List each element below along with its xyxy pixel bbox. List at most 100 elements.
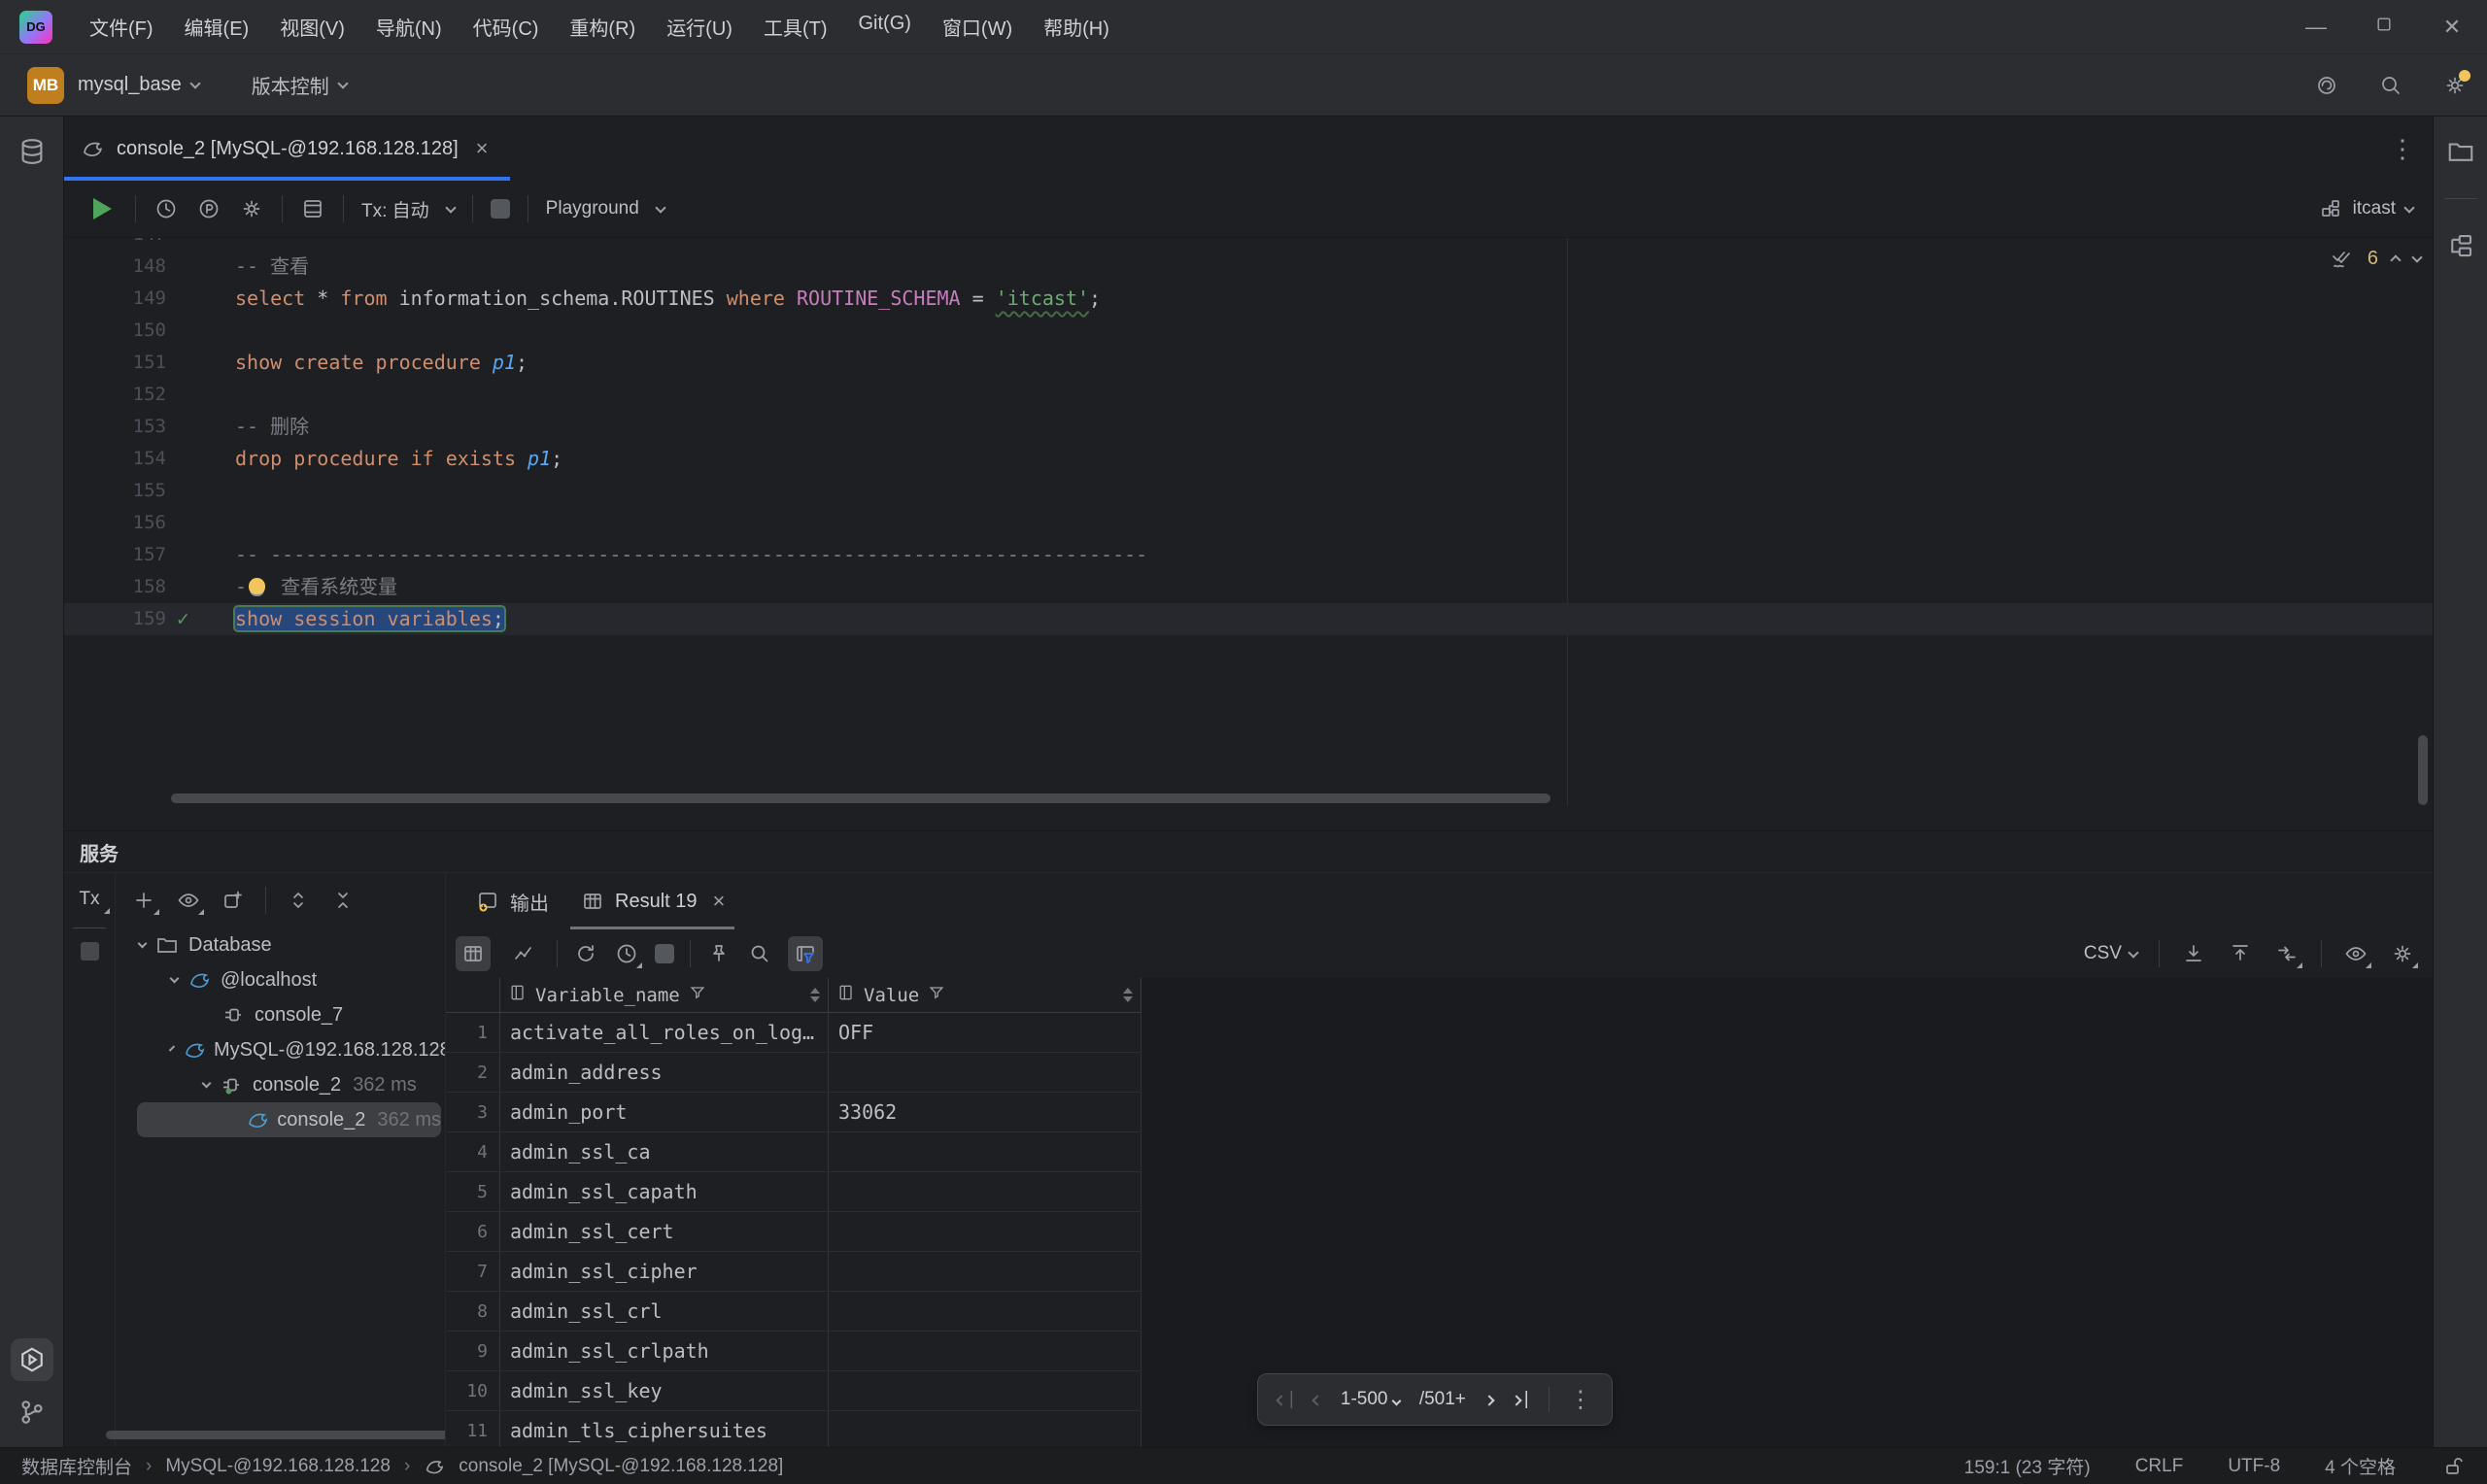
cell-variable-name[interactable]: admin_port bbox=[500, 1093, 829, 1131]
tab-result-19[interactable]: Result 19 × bbox=[564, 873, 740, 929]
more-options-icon[interactable]: ⋮ bbox=[2390, 134, 2433, 164]
code-line-153[interactable]: 153-- 删除 bbox=[64, 411, 2433, 443]
table-row[interactable]: 9admin_ssl_crlpath bbox=[446, 1332, 1141, 1371]
editor-vertical-scrollbar[interactable] bbox=[2418, 735, 2428, 805]
search-icon[interactable] bbox=[747, 941, 772, 966]
code-line-158[interactable]: 158- 查看系统变量 bbox=[64, 571, 2433, 603]
project-selector[interactable]: mysql_base bbox=[78, 74, 182, 96]
code-line-155[interactable]: 155 bbox=[64, 475, 2433, 507]
menu-item-8[interactable]: Git(G) bbox=[847, 7, 923, 47]
tree-item-console_2[interactable]: console_2362 ms bbox=[116, 1067, 445, 1102]
chart-view-button[interactable] bbox=[506, 936, 541, 971]
tx-toggle-button[interactable]: Tx bbox=[73, 885, 105, 914]
run-button[interactable] bbox=[93, 198, 112, 219]
services-tool-icon[interactable] bbox=[11, 1338, 53, 1381]
tree-item-console_2[interactable]: console_2362 ms bbox=[137, 1102, 441, 1137]
line-ending[interactable]: CRLF bbox=[2135, 1456, 2184, 1477]
menu-item-1[interactable]: 编辑(E) bbox=[173, 7, 261, 47]
menu-item-3[interactable]: 导航(N) bbox=[364, 7, 454, 47]
export-download-icon[interactable] bbox=[2181, 941, 2206, 966]
menu-item-2[interactable]: 视图(V) bbox=[268, 7, 357, 47]
maximize-button[interactable] bbox=[2365, 15, 2403, 40]
chevron-down-icon[interactable] bbox=[202, 1079, 212, 1089]
grid-settings-gear-icon[interactable] bbox=[2390, 941, 2415, 966]
chevron-down-icon[interactable] bbox=[170, 974, 180, 984]
database-tool-icon[interactable] bbox=[11, 130, 53, 173]
cell-variable-name[interactable]: admin_ssl_cert bbox=[500, 1212, 829, 1251]
next-problem-icon[interactable] bbox=[2411, 252, 2422, 262]
cell-value[interactable] bbox=[829, 1132, 1141, 1171]
menu-item-4[interactable]: 代码(C) bbox=[461, 7, 551, 47]
intention-bulb-icon[interactable] bbox=[249, 578, 265, 594]
last-page-icon[interactable]: | bbox=[1513, 1389, 1529, 1410]
tab-output[interactable]: 输出 bbox=[460, 873, 564, 929]
tree-item-console_7[interactable]: console_7 bbox=[116, 997, 445, 1032]
pin-icon[interactable] bbox=[706, 941, 732, 966]
editor-horizontal-scrollbar[interactable] bbox=[171, 793, 1550, 803]
refresh-icon[interactable] bbox=[573, 941, 598, 966]
code-line-152[interactable]: 152 bbox=[64, 379, 2433, 411]
cell-variable-name[interactable]: admin_ssl_capath bbox=[500, 1172, 829, 1211]
breadcrumb-item-1[interactable]: MySQL-@192.168.128.128 bbox=[165, 1456, 391, 1477]
history-icon[interactable] bbox=[153, 196, 179, 221]
code-line-149[interactable]: 149select * from information_schema.ROUT… bbox=[64, 283, 2433, 315]
git-branch-icon[interactable] bbox=[11, 1391, 53, 1433]
view-options-eye-icon[interactable] bbox=[176, 888, 201, 913]
cell-variable-name[interactable]: admin_ssl_ca bbox=[500, 1132, 829, 1171]
inspection-widget[interactable]: 6 bbox=[2329, 246, 2421, 271]
auto-refresh-clock-icon[interactable] bbox=[614, 941, 639, 966]
cell-value[interactable] bbox=[829, 1411, 1141, 1447]
cell-value[interactable] bbox=[829, 1172, 1141, 1211]
menu-item-7[interactable]: 工具(T) bbox=[752, 7, 839, 47]
export-format-selector[interactable]: CSV bbox=[2084, 943, 2137, 964]
indent-setting[interactable]: 4 个空格 bbox=[2325, 1453, 2396, 1479]
column-header-Variable_name[interactable]: Variable_name bbox=[500, 978, 829, 1012]
vcs-selector[interactable]: 版本控制 bbox=[252, 71, 329, 99]
compare-icon[interactable] bbox=[2274, 941, 2300, 966]
new-console-icon[interactable] bbox=[221, 888, 246, 913]
menu-item-9[interactable]: 窗口(W) bbox=[931, 7, 1024, 47]
playground-selector[interactable]: Playground bbox=[546, 198, 639, 219]
cell-variable-name[interactable]: admin_ssl_crl bbox=[500, 1292, 829, 1331]
tab-close-icon[interactable]: × bbox=[713, 889, 726, 914]
expand-all-icon[interactable] bbox=[286, 888, 311, 913]
ai-assistant-icon[interactable] bbox=[2314, 73, 2339, 98]
structure-tool-icon[interactable] bbox=[2439, 224, 2482, 267]
chevron-down-icon[interactable] bbox=[138, 939, 148, 949]
table-row[interactable]: 4admin_ssl_ca bbox=[446, 1132, 1141, 1172]
code-line-159[interactable]: 159✓show session variables; bbox=[64, 603, 2433, 635]
filter-grid-button[interactable] bbox=[788, 936, 823, 971]
files-tool-icon[interactable] bbox=[2439, 130, 2482, 173]
column-header-Value[interactable]: Value bbox=[829, 978, 1141, 1012]
prev-problem-icon[interactable] bbox=[2390, 254, 2401, 265]
view-options-eye-icon[interactable] bbox=[2343, 941, 2368, 966]
cell-value[interactable] bbox=[829, 1212, 1141, 1251]
cell-variable-name[interactable]: admin_tls_ciphersuites bbox=[500, 1411, 829, 1447]
menu-item-6[interactable]: 运行(U) bbox=[655, 7, 744, 47]
schema-selector[interactable]: itcast bbox=[2353, 198, 2396, 219]
import-upload-icon[interactable] bbox=[2228, 941, 2253, 966]
unlocked-icon[interactable] bbox=[2440, 1454, 2466, 1479]
add-icon[interactable] bbox=[131, 888, 156, 913]
cell-variable-name[interactable]: admin_ssl_cipher bbox=[500, 1252, 829, 1291]
minimize-button[interactable]: — bbox=[2297, 15, 2335, 40]
profiler-icon[interactable] bbox=[196, 196, 221, 221]
menu-item-10[interactable]: 帮助(H) bbox=[1032, 7, 1121, 47]
table-row[interactable]: 6admin_ssl_cert bbox=[446, 1212, 1141, 1252]
tree-item-Database[interactable]: Database bbox=[116, 928, 445, 962]
page-range-selector[interactable]: 1-500 bbox=[1341, 1389, 1400, 1410]
code-line-156[interactable]: 156 bbox=[64, 507, 2433, 539]
code-line-150[interactable]: 150 bbox=[64, 315, 2433, 347]
pager-more-icon[interactable]: ⋮ bbox=[1569, 1386, 1592, 1414]
code-line-147[interactable]: 147 bbox=[64, 238, 2433, 251]
next-page-icon[interactable] bbox=[1485, 1389, 1493, 1410]
table-row[interactable]: 2admin_address bbox=[446, 1053, 1141, 1093]
table-row[interactable]: 10admin_ssl_key bbox=[446, 1371, 1141, 1411]
close-button[interactable]: ✕ bbox=[2433, 15, 2471, 40]
tree-item-MySQL-@192.168.128.128[interactable]: MySQL-@192.168.128.128 bbox=[116, 1032, 445, 1067]
table-row[interactable]: 1activate_all_roles_on_log…OFF bbox=[446, 1013, 1141, 1053]
table-row[interactable]: 11admin_tls_ciphersuites bbox=[446, 1411, 1141, 1447]
breadcrumb-item-2[interactable]: console_2 [MySQL-@192.168.128.128] bbox=[459, 1456, 783, 1477]
tab-close-icon[interactable]: × bbox=[476, 136, 489, 161]
chevron-down-icon[interactable] bbox=[169, 1045, 175, 1051]
